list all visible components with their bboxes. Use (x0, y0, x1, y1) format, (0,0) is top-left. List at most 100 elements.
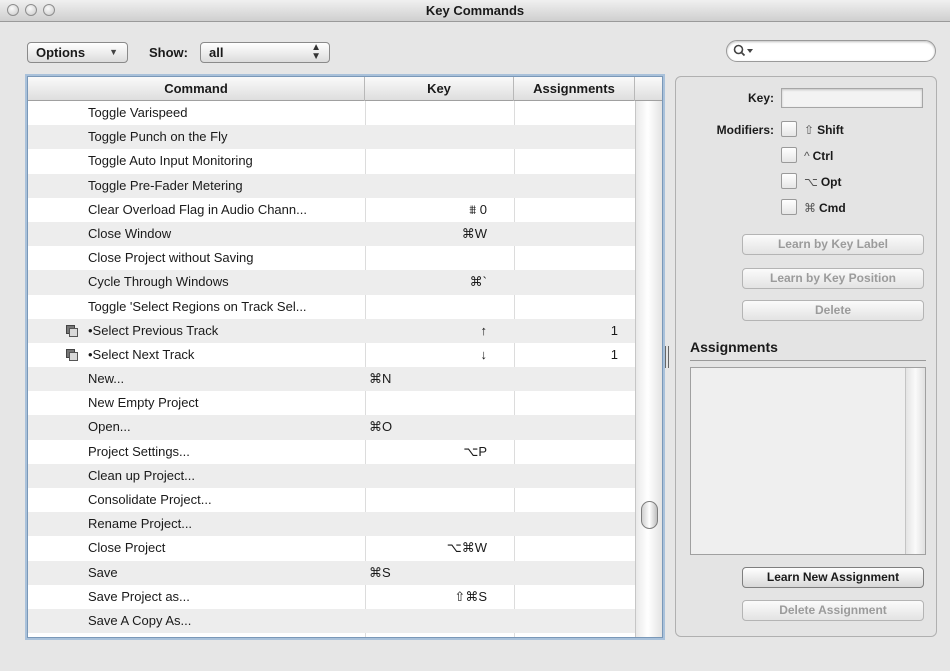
table-row[interactable]: Save A Copy As... (28, 608, 635, 634)
assignments-cell (514, 149, 634, 173)
split-view-handle[interactable] (665, 346, 669, 368)
table-row[interactable]: Save Project as... ⇧⌘S (28, 585, 635, 609)
table-row[interactable]: Save ⌘S (28, 560, 635, 585)
assignments-cell (514, 367, 634, 391)
option-key-icon: ⌥ (804, 175, 818, 189)
delete-button[interactable]: Delete (742, 300, 924, 321)
search-input[interactable] (757, 43, 927, 59)
command-cell: New Empty Project (88, 395, 199, 411)
table-row[interactable]: Toggle 'Select Regions on Track Sel... (28, 295, 635, 319)
assignments-cell (514, 464, 634, 488)
table-row[interactable]: Close Project ⌥⌘W (28, 536, 635, 560)
column-header-key[interactable]: Key (365, 77, 514, 101)
key-cell: ↓ (480, 346, 488, 362)
assignments-cell (514, 488, 634, 512)
show-label: Show: (149, 45, 188, 60)
assignments-cell (514, 415, 634, 439)
column-header-command[interactable]: Command (28, 77, 365, 101)
key-cell (365, 609, 513, 633)
table-row[interactable]: New Empty Project (28, 391, 635, 415)
table-row[interactable]: Clear Overload Flag in Audio Chann... ⩩ 0 (28, 198, 635, 222)
multi-window-icon (66, 348, 78, 361)
assignments-cell (514, 585, 634, 609)
modifiers-label: Modifiers: (716, 123, 774, 137)
table-row[interactable]: Clean up Project... (28, 463, 635, 488)
scrollbar-thumb[interactable] (641, 501, 658, 529)
table-row[interactable]: Open... ⌘O (28, 415, 635, 440)
delete-assignment-button[interactable]: Delete Assignment (742, 600, 924, 621)
key-cell (365, 101, 513, 125)
shift-modifier-label: ⇧ Shift (804, 123, 844, 137)
key-cell (365, 295, 513, 319)
command-cell: •Select Next Track (88, 346, 195, 362)
table-row[interactable]: •Select Next Track ↓ 1 (28, 343, 635, 367)
assignments-cell: 1 (610, 346, 618, 362)
table-row[interactable]: Consolidate Project... (28, 488, 635, 512)
table-row[interactable]: Cycle Through Windows ⌘` (28, 270, 635, 295)
command-cell: Toggle Varispeed (88, 105, 188, 120)
options-label: Options (36, 45, 86, 60)
key-cell: ⌘` (469, 274, 487, 290)
key-field[interactable] (781, 88, 923, 108)
assignments-list[interactable] (690, 367, 926, 555)
table-row[interactable]: Rename Project... (28, 512, 635, 537)
key-cell: ↑ (480, 322, 488, 338)
key-commands-window: Key Commands Options ▼ Show: all ▲ ▼ Comm… (0, 0, 950, 671)
learn-new-assignment-button[interactable]: Learn New Assignment (742, 567, 924, 588)
command-cell: Close Window (88, 225, 172, 241)
table-row[interactable]: Toggle Punch on the Fly (28, 125, 635, 150)
key-cell: ⇧⌘S (454, 588, 487, 604)
learn-by-key-label-button[interactable]: Learn by Key Label (742, 234, 924, 255)
command-cell: Save (88, 564, 118, 580)
assignments-cell (514, 512, 634, 536)
assignments-divider (690, 360, 926, 361)
assignments-cell (514, 391, 634, 415)
search-icon (733, 44, 753, 57)
table-row[interactable]: Project Settings... ⌥P (28, 440, 635, 464)
assignments-scrollbar[interactable] (905, 368, 925, 554)
command-cell: Clean up Project... (88, 467, 195, 483)
chevron-down-icon: ▼ (109, 47, 118, 57)
key-cell: ⌘S (369, 564, 391, 580)
command-cell: Open... (88, 419, 131, 435)
ctrl-modifier-label: ^ Ctrl (804, 149, 834, 163)
assignments-cell: 1 (610, 322, 618, 338)
table-row[interactable]: Close Project without Saving (28, 246, 635, 270)
column-header-assignments[interactable]: Assignments (514, 77, 635, 101)
assignments-cell (514, 101, 634, 125)
assignments-cell (514, 609, 634, 633)
table-row[interactable]: Toggle Varispeed (28, 101, 635, 125)
assignments-cell (514, 440, 634, 464)
command-cell: Close Project (88, 540, 166, 556)
command-cell: Save Project as... (88, 588, 190, 604)
cmd-checkbox[interactable] (781, 199, 797, 215)
search-field[interactable] (726, 40, 936, 62)
command-cell: Cycle Through Windows (88, 274, 229, 290)
command-cell: Consolidate Project... (88, 492, 212, 507)
assignments-cell (514, 246, 634, 270)
key-label: Key: (747, 91, 774, 105)
shift-checkbox[interactable] (781, 121, 797, 137)
show-filter-select[interactable]: all ▲ ▼ (200, 42, 330, 63)
opt-modifier-label: ⌥ Opt (804, 175, 842, 189)
options-menu-button[interactable]: Options ▼ (27, 42, 128, 63)
opt-checkbox[interactable] (781, 173, 797, 189)
ctrl-checkbox[interactable] (781, 147, 797, 163)
table-row[interactable]: Toggle Pre-Fader Metering (28, 173, 635, 198)
window-title: Key Commands (425, 3, 525, 18)
cmd-modifier-label: ⌘ Cmd (804, 201, 846, 215)
key-cell (365, 174, 513, 198)
learn-by-key-position-button[interactable]: Learn by Key Position (742, 268, 924, 289)
assignments-title: Assignments (690, 339, 778, 355)
key-cell (365, 391, 513, 415)
table-row[interactable]: New... ⌘N (28, 367, 635, 392)
table-row[interactable]: Close Window ⌘W (28, 221, 635, 247)
multi-window-icon (66, 324, 78, 337)
table-scrollbar[interactable] (635, 101, 662, 637)
table-row[interactable]: •Select Previous Track ↑ 1 (28, 318, 635, 343)
command-cell: Toggle 'Select Regions on Track Sel... (88, 298, 307, 314)
assignments-cell (514, 198, 634, 222)
table-row[interactable]: Toggle Auto Input Monitoring (28, 149, 635, 173)
key-commands-table: Command Key Assignments Toggle Varispeed… (27, 76, 663, 638)
command-cell: Clear Overload Flag in Audio Chann... (88, 201, 307, 217)
